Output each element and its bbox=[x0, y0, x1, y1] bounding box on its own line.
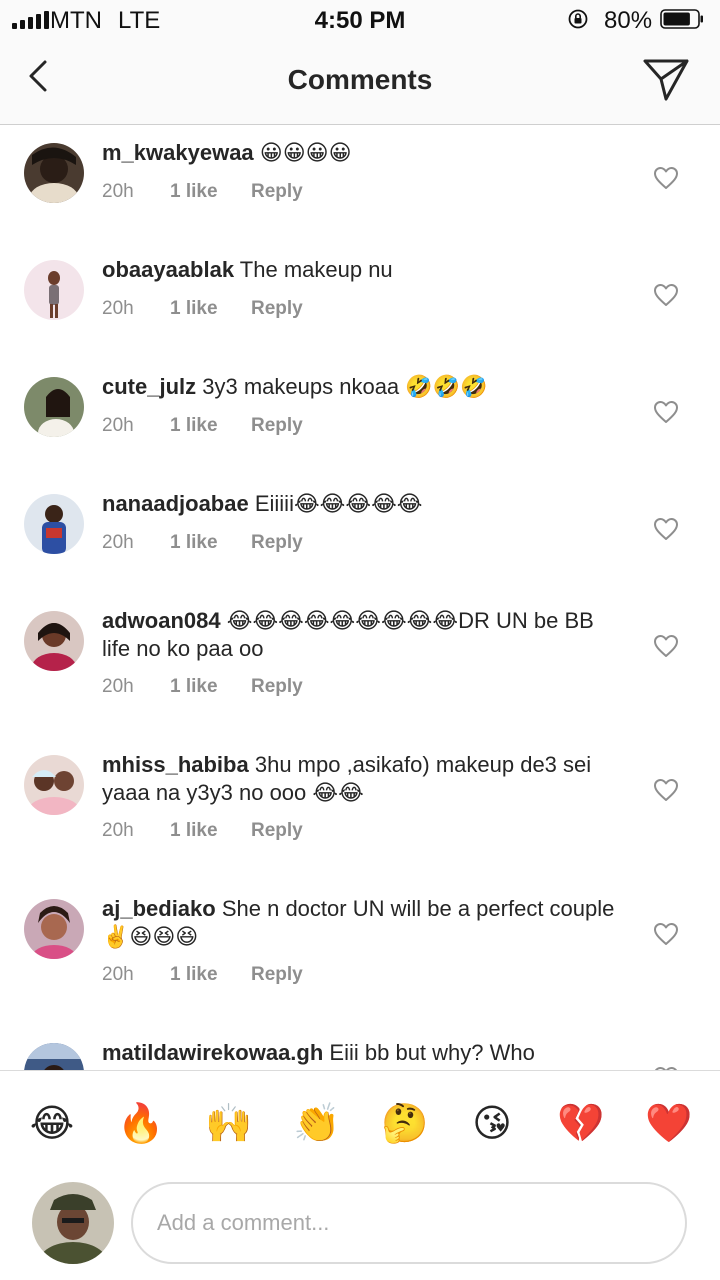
heart-outline-icon[interactable] bbox=[653, 283, 679, 307]
comment-time: 20h bbox=[102, 298, 134, 319]
reply-button[interactable]: Reply bbox=[251, 820, 303, 842]
comment-username[interactable]: aj_bediako bbox=[102, 896, 216, 921]
comment-message: 😀😀😀😀 bbox=[259, 140, 352, 165]
add-comment-input[interactable] bbox=[131, 1182, 687, 1264]
heart-outline-icon[interactable] bbox=[653, 634, 679, 658]
emoji-clapping-hands[interactable]: 👏 bbox=[293, 1101, 340, 1147]
avatar[interactable] bbox=[24, 755, 84, 815]
comment-item: adwoan084 😂😂😂😂😂😂😂😂😂DR UN be BB life no k… bbox=[0, 593, 720, 737]
comment-username[interactable]: mhiss_habiba bbox=[102, 752, 249, 777]
avatar[interactable] bbox=[24, 611, 84, 671]
avatar[interactable] bbox=[24, 899, 84, 959]
reply-button[interactable]: Reply bbox=[251, 181, 303, 203]
comment-username[interactable]: cute_julz bbox=[102, 374, 196, 399]
emoji-red-heart[interactable]: ❤️ bbox=[645, 1101, 692, 1147]
reply-button[interactable]: Reply bbox=[251, 676, 303, 698]
comment-likes[interactable]: 1 like bbox=[170, 964, 251, 986]
page-title: Comments bbox=[287, 64, 433, 95]
comment-likes[interactable]: 1 like bbox=[170, 676, 251, 698]
quick-emoji-bar: 😂 🔥 🙌 👏 🤔 😘 💔 ❤️ bbox=[0, 1070, 720, 1177]
comment-likes[interactable]: 1 like bbox=[170, 415, 251, 437]
comment-message: Eiiiii😂😂😂😂😂 bbox=[254, 491, 423, 516]
comment-item: aj_bediako She n doctor UN will be a per… bbox=[0, 881, 720, 1025]
current-user-avatar[interactable] bbox=[32, 1182, 114, 1264]
comment-time: 20h bbox=[102, 964, 134, 985]
heart-outline-icon[interactable] bbox=[653, 166, 679, 190]
comment-likes[interactable]: 1 like bbox=[170, 181, 251, 203]
heart-outline-icon[interactable] bbox=[653, 778, 679, 802]
comment-username[interactable]: adwoan084 bbox=[102, 608, 221, 633]
comment-message: 3y3 makeups nkoaa 🤣🤣🤣 bbox=[202, 374, 488, 399]
emoji-fire[interactable]: 🔥 bbox=[117, 1101, 164, 1147]
comment-meta: 20h 1 like Reply bbox=[102, 676, 303, 698]
comment-item: cute_julz 3y3 makeups nkoaa 🤣🤣🤣 20h 1 lik… bbox=[0, 359, 720, 476]
comment-username[interactable]: m_kwakyewaa bbox=[102, 140, 254, 165]
comment-meta: 20h 1 like Reply bbox=[102, 964, 303, 986]
comments-screen: MTN LTE 4:50 PM 80% Comments m_kwakyewaa… bbox=[0, 0, 720, 1280]
avatar[interactable] bbox=[24, 494, 84, 554]
comment-message: The makeup nu bbox=[239, 257, 393, 282]
comment-meta: 20h 1 like Reply bbox=[102, 181, 303, 203]
emoji-raised-hands[interactable]: 🙌 bbox=[205, 1101, 252, 1147]
rotation-lock-icon bbox=[568, 9, 588, 29]
comment-item: nanaadjoabae Eiiiii😂😂😂😂😂 20h 1 like Reply bbox=[0, 476, 720, 593]
comment-text: cute_julz 3y3 makeups nkoaa 🤣🤣🤣 bbox=[102, 373, 622, 401]
comment-text: obaayaablak The makeup nu bbox=[102, 256, 622, 284]
emoji-tears-of-joy[interactable]: 😂 bbox=[29, 1101, 75, 1147]
comment-username[interactable]: nanaadjoabae bbox=[102, 491, 249, 516]
comment-likes[interactable]: 1 like bbox=[170, 820, 251, 842]
comment-text: m_kwakyewaa 😀😀😀😀 bbox=[102, 139, 622, 167]
comment-meta: 20h 1 like Reply bbox=[102, 298, 303, 320]
reply-button[interactable]: Reply bbox=[251, 415, 303, 437]
comment-text: nanaadjoabae Eiiiii😂😂😂😂😂 bbox=[102, 490, 622, 518]
comment-item: mhiss_habiba 3hu mpo ,asikafo) makeup de… bbox=[0, 737, 720, 881]
comment-likes[interactable]: 1 like bbox=[170, 298, 251, 320]
comment-username[interactable]: matildawirekowaa.gh bbox=[102, 1040, 323, 1065]
comment-time: 20h bbox=[102, 415, 134, 436]
avatar[interactable] bbox=[24, 143, 84, 203]
avatar[interactable] bbox=[24, 377, 84, 437]
reply-button[interactable]: Reply bbox=[251, 532, 303, 554]
emoji-blowing-kiss[interactable]: 😘 bbox=[469, 1101, 515, 1147]
comment-time: 20h bbox=[102, 676, 134, 697]
comment-meta: 20h 1 like Reply bbox=[102, 415, 303, 437]
comment-username[interactable]: obaayaablak bbox=[102, 257, 234, 282]
status-bar: MTN LTE 4:50 PM 80% bbox=[0, 0, 720, 40]
comment-time: 20h bbox=[102, 820, 134, 841]
header-bar: Comments bbox=[0, 40, 720, 125]
paper-plane-icon[interactable] bbox=[640, 55, 692, 103]
emoji-thinking-face[interactable]: 🤔 bbox=[381, 1101, 428, 1147]
comments-list[interactable]: m_kwakyewaa 😀😀😀😀 20h 1 like Reply obaayaab… bbox=[0, 125, 720, 1070]
comment-text: aj_bediako She n doctor UN will be a per… bbox=[102, 895, 622, 951]
comment-likes[interactable]: 1 like bbox=[170, 532, 251, 554]
battery-icon bbox=[660, 9, 703, 29]
heart-outline-icon[interactable] bbox=[653, 400, 679, 424]
comment-text: matildawirekowaa.gh Eiii bb but why? Who bbox=[102, 1039, 622, 1067]
comment-item: m_kwakyewaa 😀😀😀😀 20h 1 like Reply bbox=[0, 125, 720, 242]
comment-time: 20h bbox=[102, 532, 134, 553]
comment-meta: 20h 1 like Reply bbox=[102, 820, 303, 842]
battery-percent: 80% bbox=[604, 7, 653, 34]
comment-message: Eiii bb but why? Who bbox=[329, 1040, 535, 1065]
avatar[interactable] bbox=[24, 260, 84, 320]
comment-time: 20h bbox=[102, 181, 134, 202]
reply-button[interactable]: Reply bbox=[251, 298, 303, 320]
comment-text: adwoan084 😂😂😂😂😂😂😂😂😂DR UN be BB life no k… bbox=[102, 607, 622, 663]
heart-outline-icon[interactable] bbox=[653, 922, 679, 946]
heart-outline-icon[interactable] bbox=[653, 517, 679, 541]
comment-composer bbox=[0, 1176, 720, 1280]
reply-button[interactable]: Reply bbox=[251, 964, 303, 986]
comment-text: mhiss_habiba 3hu mpo ,asikafo) makeup de… bbox=[102, 751, 622, 807]
emoji-broken-heart[interactable]: 💔 bbox=[557, 1101, 604, 1147]
avatar[interactable] bbox=[24, 1043, 84, 1070]
comment-meta: 20h 1 like Reply bbox=[102, 532, 303, 554]
comment-item: matildawirekowaa.gh Eiii bb but why? Who bbox=[0, 1025, 720, 1070]
comment-item: obaayaablak The makeup nu 20h 1 like Reply bbox=[0, 242, 720, 359]
